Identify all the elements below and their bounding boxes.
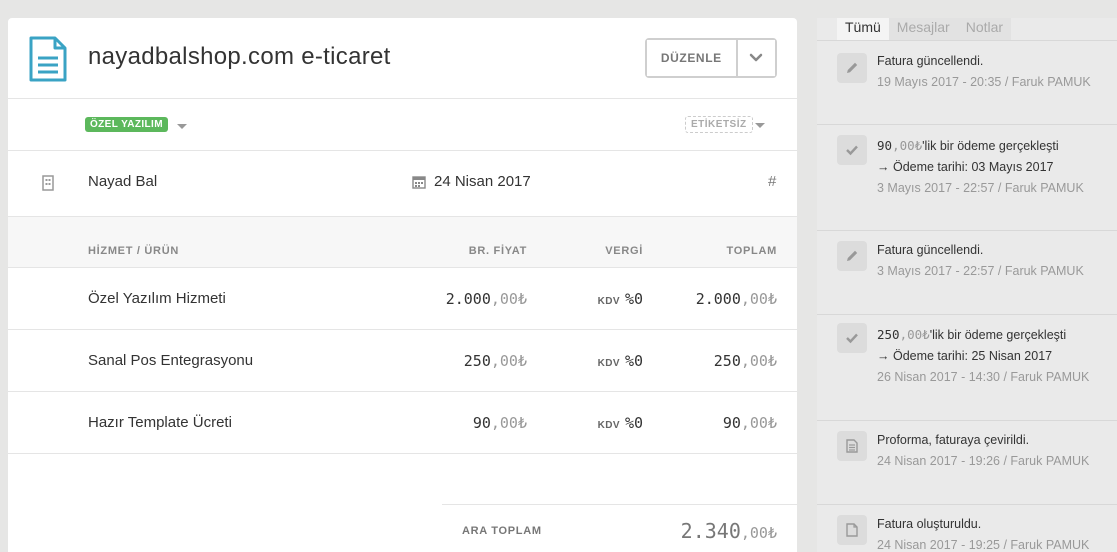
- invoice-card: nayadbalshop.com e-ticaret DÜZENLE ÖZEL …: [8, 18, 797, 552]
- item-tax: KDV %0: [597, 414, 643, 432]
- invoice-title: nayadbalshop.com e-ticaret: [88, 43, 391, 70]
- activity-text: 250,00₺'lik bir ödeme gerçekleşti → Ödem…: [877, 327, 1090, 384]
- chevron-down-icon: [750, 53, 763, 62]
- item-total: 90,00₺: [722, 414, 777, 432]
- activity-text: Fatura güncellendi. 3 Mayıs 2017 - 22:57…: [877, 243, 1084, 278]
- item-unit-price: 2.000,00₺: [445, 290, 527, 308]
- activity-text: 90,00₺'lik bir ödeme gerçekleşti → Ödeme…: [877, 138, 1084, 195]
- tag-row: ÖZEL YAZILIM ETİKETSİZ: [8, 99, 797, 151]
- activity-text: Proforma, faturaya çevirildi. 24 Nisan 2…: [877, 433, 1090, 468]
- building-icon: [42, 175, 54, 191]
- subtotal-value: 2.340,00₺: [680, 519, 777, 543]
- item-name: Hazır Template Ücreti: [88, 414, 232, 431]
- column-header-product: HİZMET / ÜRÜN: [88, 245, 179, 257]
- table-row: Hazır Template Ücreti 90,00₺ KDV %0 90,00…: [8, 392, 797, 454]
- item-total: 2.000,00₺: [695, 290, 777, 308]
- activity-item: Fatura güncellendi. 3 Mayıs 2017 - 22:57…: [817, 230, 1117, 314]
- tab-notes[interactable]: Notlar: [957, 18, 1012, 40]
- tag-badge[interactable]: ETİKETSİZ: [685, 116, 753, 133]
- activity-text: Fatura oluşturuldu. 24 Nisan 2017 - 19:2…: [877, 517, 1090, 552]
- invoice-number: #: [768, 173, 777, 190]
- invoice-header: nayadbalshop.com e-ticaret DÜZENLE: [8, 18, 797, 99]
- item-unit-price: 250,00₺: [463, 352, 527, 370]
- item-name: Sanal Pos Entegrasyonu: [88, 352, 254, 369]
- table-row: Sanal Pos Entegrasyonu 250,00₺ KDV %0 250…: [8, 330, 797, 392]
- category-badge[interactable]: ÖZEL YAZILIM: [85, 117, 168, 132]
- activity-text: Fatura güncellendi. 19 Mayıs 2017 - 20:3…: [877, 54, 1091, 89]
- tab-all[interactable]: Tümü: [837, 18, 889, 40]
- activity-item: Proforma, faturaya çevirildi. 24 Nisan 2…: [817, 420, 1117, 504]
- column-header-unit-price: BR. FİYAT: [468, 245, 527, 257]
- activity-item: Fatura güncellendi. 19 Mayıs 2017 - 20:3…: [817, 40, 1117, 124]
- calendar-icon: [412, 176, 426, 189]
- edit-button[interactable]: DÜZENLE: [647, 40, 738, 76]
- item-unit-price: 90,00₺: [472, 414, 527, 432]
- edit-options-dropdown[interactable]: [737, 40, 775, 76]
- subtotal-row: ARA TOPLAM 2.340,00₺: [442, 504, 797, 552]
- item-total: 250,00₺: [713, 352, 777, 370]
- tag-caret-icon[interactable]: [755, 123, 765, 128]
- activity-tabs: Tümü Mesajlar Notlar: [837, 18, 1012, 40]
- items-table-header: HİZMET / ÜRÜN BR. FİYAT VERGİ TOPLAM: [8, 217, 797, 268]
- pencil-icon: [837, 241, 867, 271]
- subtotal-label: ARA TOPLAM: [462, 525, 542, 537]
- file-icon: [837, 515, 867, 545]
- table-row: Özel Yazılım Hizmeti 2.000,00₺ KDV %0 2.0…: [8, 268, 797, 330]
- customer-name[interactable]: Nayad Bal: [88, 173, 157, 190]
- column-header-tax: VERGİ: [605, 245, 643, 257]
- activity-item: 250,00₺'lik bir ödeme gerçekleşti → Ödem…: [817, 314, 1117, 420]
- item-name: Özel Yazılım Hizmeti: [88, 290, 226, 307]
- item-tax: KDV %0: [597, 352, 643, 370]
- invoice-date: 24 Nisan 2017: [434, 173, 531, 190]
- activity-item: 90,00₺'lik bir ödeme gerçekleşti → Ödeme…: [817, 124, 1117, 230]
- invoice-info-row: Nayad Bal 24 Nisan 2017 #: [8, 151, 797, 217]
- column-header-total: TOPLAM: [726, 245, 777, 257]
- activity-panel: Tümü Mesajlar Notlar Fatura güncellendi.…: [817, 18, 1117, 552]
- edit-button-group: DÜZENLE: [645, 38, 777, 78]
- check-icon: [837, 135, 867, 165]
- tab-messages[interactable]: Mesajlar: [888, 18, 958, 40]
- category-caret-icon[interactable]: [177, 124, 187, 129]
- activity-item: Fatura oluşturuldu. 24 Nisan 2017 - 19:2…: [817, 504, 1117, 552]
- pencil-icon: [837, 53, 867, 83]
- document-icon: [837, 431, 867, 461]
- invoice-document-icon: [29, 36, 67, 82]
- item-tax: KDV %0: [597, 290, 643, 308]
- check-icon: [837, 323, 867, 353]
